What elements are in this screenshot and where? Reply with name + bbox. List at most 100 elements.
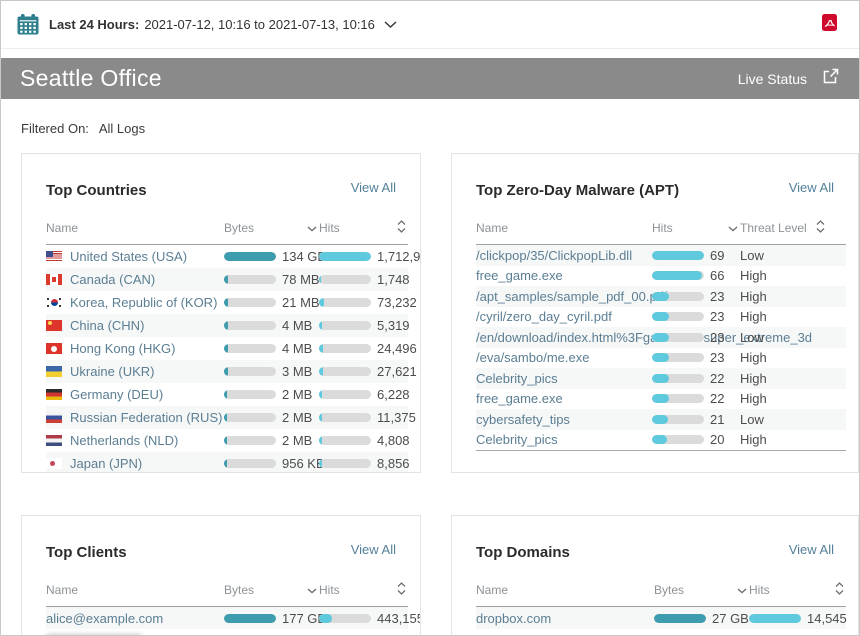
name-link[interactable]: Netherlands (NLD) [70, 433, 178, 448]
col-header-hits[interactable]: Hits [319, 220, 408, 236]
name-link[interactable]: Russian Federation (RUS) [70, 410, 222, 425]
hits-value: 8,856 [377, 456, 410, 471]
threat-level: High [740, 309, 846, 324]
name-link[interactable]: United States (USA) [70, 249, 187, 264]
table-row: free_game.exe22High [476, 389, 846, 410]
date-range-dropdown[interactable]: Last 24 Hours: 2021-07-12, 10:16 to 2021… [49, 17, 397, 32]
panel-top-clients: Top Clients View All Name Bytes Hits ali… [21, 515, 421, 636]
table-row: /en/download/index.html%3Fgame%3Dsuper_e… [476, 327, 846, 348]
table-row: dropbox.com27 GB14,545 [476, 607, 846, 629]
name-link[interactable]: /cyril/zero_day_cyril.pdf [476, 309, 612, 324]
name-link[interactable]: China (CHN) [70, 318, 144, 333]
live-status-button[interactable]: Live Status [738, 67, 840, 91]
bytes-bar-fill [224, 614, 276, 623]
name-link[interactable]: /apt_samples/sample_pdf_00.pdf [476, 289, 668, 304]
sort-updown-icon [397, 220, 406, 236]
view-all-link[interactable]: View All [351, 180, 396, 195]
name-cell: /cyril/zero_day_cyril.pdf [476, 309, 652, 324]
name-link[interactable]: cybersafety_tips [476, 412, 570, 427]
sort-updown-icon [397, 582, 406, 598]
view-all-link[interactable]: View All [351, 542, 396, 557]
col-header-bytes[interactable]: Bytes [224, 221, 319, 235]
hits-cell: 8,856 [319, 456, 408, 471]
col-header-name[interactable]: Name [46, 221, 224, 235]
hits-cell: 27,621 [319, 364, 408, 379]
panel-row-1: Top Countries View All Name Bytes Hits U… [1, 153, 859, 473]
name-cell: free_game.exe [476, 391, 652, 406]
name-link[interactable]: /eva/sambo/me.exe [476, 350, 589, 365]
hits-cell: 6,228 [319, 387, 408, 402]
hits-value: 66 [710, 268, 724, 283]
col-header-name[interactable]: Name [476, 221, 652, 235]
hits-cell: 24,496 [319, 341, 408, 356]
bytes-bar [224, 344, 276, 353]
hits-bar-fill [652, 251, 704, 260]
hits-value: 4,808 [377, 433, 410, 448]
hits-bar-fill [652, 435, 667, 444]
name-link[interactable]: Hong Kong (HKG) [70, 341, 176, 356]
table-row: Netherlands (NLD)2 MB4,808 [46, 429, 408, 452]
col-header-name[interactable]: Name [476, 583, 654, 597]
bytes-bar-fill [224, 459, 227, 468]
col-header-threat-level[interactable]: Threat Level [740, 220, 846, 236]
name-link[interactable]: dropbox.com [476, 611, 551, 626]
hits-bar [652, 292, 704, 301]
name-link[interactable]: Celebrity_pics [476, 432, 558, 447]
pdf-export-button[interactable] [822, 14, 837, 36]
bytes-cell: 956 KB [224, 456, 319, 471]
name-cell: cybersafety_tips [476, 412, 652, 427]
name-link[interactable]: Korea, Republic of (KOR) [70, 295, 217, 310]
col-header-hits[interactable]: Hits [652, 221, 740, 235]
hits-bar-fill [319, 413, 322, 422]
filter-value: All Logs [99, 121, 145, 136]
bytes-bar-fill [224, 367, 228, 376]
name-link[interactable]: Ukraine (UKR) [70, 364, 155, 379]
col-header-bytes[interactable]: Bytes [224, 583, 319, 597]
view-all-link[interactable]: View All [789, 180, 834, 195]
hits-bar-fill [319, 344, 323, 353]
view-all-link[interactable]: View All [789, 542, 834, 557]
hits-bar-fill [749, 614, 801, 623]
table-row: free_game.exe66High [476, 266, 846, 287]
name-link[interactable]: /clickpop/35/ClickpopLib.dll [476, 248, 632, 263]
threat-level: High [740, 289, 846, 304]
bytes-bar-fill [654, 614, 706, 623]
chevron-down-icon [307, 583, 317, 597]
hits-value: 1,798,028 [377, 633, 421, 636]
hits-bar-fill [652, 292, 669, 301]
col-header-name[interactable]: Name [46, 583, 224, 597]
name-link[interactable]: free_game.exe [476, 268, 563, 283]
name-link[interactable]: free_game.exe [476, 391, 563, 406]
bytes-cell: 4 MB [224, 318, 319, 333]
table-row: United States (USA)134 GB1,712,902 [46, 245, 408, 268]
bytes-bar-fill [224, 321, 228, 330]
name-link[interactable]: Celebrity_pics [476, 371, 558, 386]
hits-cell: 23 [652, 330, 740, 345]
hits-bar [652, 271, 704, 280]
table-rows: alice@example.com177 GB443,155137 GB1,79… [46, 607, 408, 636]
name-link[interactable]: Germany (DEU) [70, 387, 163, 402]
bytes-bar [224, 367, 276, 376]
bytes-bar-fill [224, 252, 276, 261]
hits-cell: 1,798,028 [319, 633, 408, 636]
panel-title: Top Clients [46, 542, 127, 564]
col-header-hits[interactable]: Hits [319, 582, 408, 598]
col-header-hits[interactable]: Hits [749, 582, 846, 598]
hits-cell: 23 [652, 309, 740, 324]
hits-cell: 22 [652, 371, 740, 386]
col-header-bytes[interactable]: Bytes [654, 583, 749, 597]
hits-bar-fill [652, 312, 669, 321]
name-link[interactable]: Canada (CAN) [70, 272, 155, 287]
name-cell: Germany (DEU) [46, 387, 224, 402]
hits-bar [319, 459, 371, 468]
name-cell: Russian Federation (RUS) [46, 410, 224, 425]
date-range-value: 2021-07-12, 10:16 to 2021-07-13, 10:16 [144, 17, 375, 32]
name-link[interactable]: alice@example.com [46, 611, 163, 626]
hits-value: 23 [710, 350, 724, 365]
hits-value: 22 [710, 371, 724, 386]
table-row: 137 GB1,798,028 [46, 629, 408, 636]
name-link[interactable]: pandora.com [476, 633, 552, 636]
table-header: Name Bytes Hits [46, 582, 408, 607]
name-link[interactable]: Japan (JPN) [70, 456, 142, 471]
name-cell: /eva/sambo/me.exe [476, 350, 652, 365]
